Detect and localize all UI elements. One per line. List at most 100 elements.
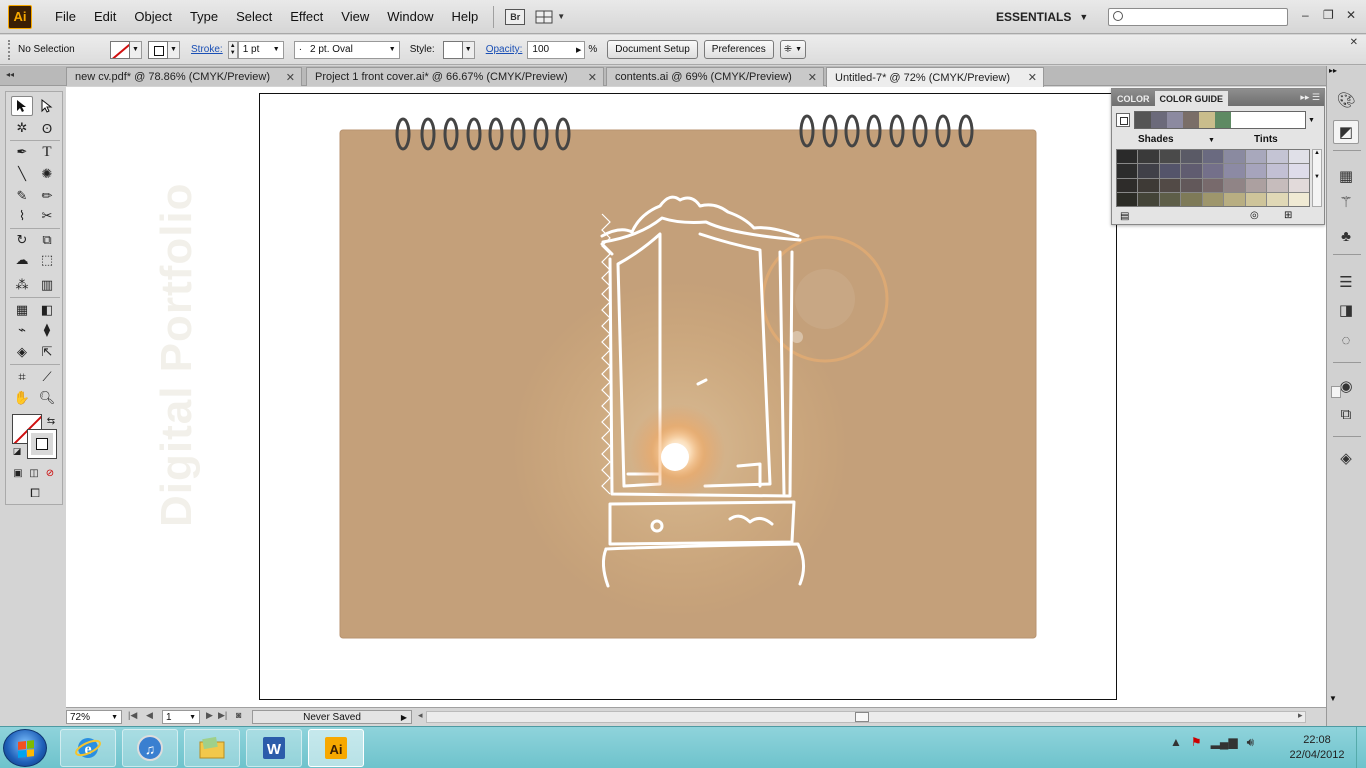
workspace-switcher[interactable]: ESSENTIALS ▼ [996, 6, 1088, 28]
last-artboard-icon[interactable]: ▶| [218, 710, 227, 721]
illustrator-logo[interactable]: Ai [8, 4, 32, 29]
zoom-field[interactable]: 72% ▼ [66, 710, 122, 724]
color-variation-swatch[interactable] [1245, 178, 1267, 192]
scale-tool-icon[interactable]: ⧉ [36, 230, 58, 250]
color-variation-swatch[interactable] [1159, 150, 1181, 164]
save-group-icon[interactable]: ⊞ [1284, 210, 1292, 221]
sketchbook-artwork[interactable] [260, 94, 1118, 701]
symbols-icon[interactable]: ♣ [1333, 224, 1359, 248]
base-color-swatch[interactable] [1116, 113, 1130, 127]
fill-swatch[interactable] [110, 40, 130, 59]
panel-menu-icon[interactable]: ▸▸ ☰ [1300, 92, 1320, 103]
scroll-thumb[interactable] [1331, 386, 1341, 398]
collapse-icon[interactable]: ◂◂ [6, 70, 14, 79]
close-icon[interactable]: ✕ [1346, 8, 1356, 22]
pen-tool-icon[interactable]: ✒ [11, 142, 33, 162]
lasso-tool-icon[interactable]: ʘ [36, 118, 58, 138]
menu-object[interactable]: Object [125, 9, 181, 24]
color-variation-swatch[interactable] [1117, 150, 1138, 164]
taskbar-windows-explorer[interactable] [184, 729, 240, 767]
live-paint-selection-tool-icon[interactable]: ⇱ [36, 342, 58, 362]
paintbrush-tool-icon[interactable]: ✎ [11, 186, 33, 206]
color-variation-swatch[interactable] [1138, 178, 1159, 192]
menu-edit[interactable]: Edit [85, 9, 125, 24]
tab-untitled-7[interactable]: Untitled-7* @ 72% (CMYK/Preview) ✕ [826, 67, 1044, 87]
gradient-tool-icon[interactable]: ◧ [36, 300, 58, 320]
color-variation-swatch[interactable] [1224, 178, 1245, 192]
color-variation-swatch[interactable] [1138, 150, 1159, 164]
taskbar-itunes[interactable]: ♫ [122, 729, 178, 767]
blend-tool-icon[interactable]: ⧫ [36, 320, 58, 340]
previous-artboard-icon[interactable]: ◀ [146, 710, 153, 721]
stroke-weight-stepper[interactable]: ▲ ▼ [227, 40, 238, 59]
gradient-mode-icon[interactable]: ◫ [26, 465, 42, 481]
selection-tool-icon[interactable] [11, 96, 33, 116]
system-clock[interactable]: 22:08 22/04/2012 [1282, 733, 1352, 763]
harmony-swatch[interactable] [1183, 112, 1199, 128]
harmony-strip[interactable] [1134, 111, 1306, 129]
column-graph-tool-icon[interactable]: ▥ [36, 275, 58, 295]
start-button[interactable] [3, 729, 47, 767]
minimize-icon[interactable]: – [1302, 8, 1309, 22]
gradient-panel-icon[interactable]: ◨ [1333, 298, 1359, 322]
brushes-icon[interactable]: ⚚ [1333, 190, 1359, 214]
color-variation-swatch[interactable] [1245, 150, 1267, 164]
digital-portfolio-text[interactable]: Digital Portfolio [152, 182, 202, 527]
graphic-styles-icon[interactable]: ⧉ [1333, 402, 1359, 426]
color-variation-swatch[interactable] [1202, 164, 1224, 178]
chevron-down-icon[interactable]: ▼ [1208, 137, 1215, 144]
taskbar-internet-explorer[interactable]: e [60, 729, 116, 767]
color-variation-swatch[interactable] [1117, 192, 1138, 206]
none-mode-icon[interactable]: ⊘ [42, 465, 58, 481]
reveal-icon[interactable]: ◙ [236, 710, 241, 720]
close-icon[interactable]: ✕ [286, 71, 295, 84]
transparency-icon[interactable]: ◌ [1333, 328, 1359, 352]
slice-tool-icon[interactable]: ⟋ [36, 367, 58, 387]
stroke-weight-field[interactable]: 1 pt ▼ [237, 40, 284, 59]
show-desktop-button[interactable] [1356, 727, 1366, 768]
color-variation-swatch[interactable] [1138, 192, 1159, 206]
first-artboard-icon[interactable]: |◀ [128, 710, 137, 721]
color-variation-swatch[interactable] [1181, 150, 1202, 164]
color-variation-swatch[interactable] [1245, 164, 1267, 178]
close-icon[interactable]: ✕ [588, 71, 597, 84]
panel-close-icon[interactable]: ✕ [1350, 37, 1358, 48]
swatch-library-icon[interactable]: ▤ [1120, 211, 1129, 222]
flare-tool-icon[interactable]: ✺ [36, 164, 58, 184]
harmony-swatch[interactable] [1215, 112, 1231, 128]
scroll-thumb[interactable] [855, 712, 869, 722]
screen-mode-icon[interactable]: ⧠ [22, 485, 48, 501]
color-variation-swatch[interactable] [1202, 178, 1224, 192]
rotate-tool-icon[interactable]: ↻ [11, 230, 33, 250]
mesh-tool-icon[interactable]: ▦ [11, 300, 33, 320]
tab-project-1-front-cover[interactable]: Project 1 front cover.ai* @ 66.67% (CMYK… [306, 67, 604, 86]
taskbar-adobe-illustrator[interactable]: Ai [308, 729, 364, 767]
type-tool-icon[interactable]: T [36, 142, 58, 162]
color-variation-swatch[interactable] [1181, 192, 1202, 206]
line-segment-tool-icon[interactable]: ╲ [11, 164, 33, 184]
taskbar-microsoft-word[interactable]: W [246, 729, 302, 767]
eyedropper-tool-icon[interactable]: ⌁ [11, 320, 33, 340]
harmony-swatch[interactable] [1135, 112, 1151, 128]
artboard[interactable] [259, 93, 1117, 700]
harmony-swatch[interactable] [1151, 112, 1167, 128]
layers-icon[interactable]: ◈ [1333, 446, 1359, 470]
menu-window[interactable]: Window [378, 9, 442, 24]
harmony-swatch[interactable] [1167, 112, 1183, 128]
color-variation-swatch[interactable] [1267, 150, 1288, 164]
menu-select[interactable]: Select [227, 9, 281, 24]
horizontal-scrollbar[interactable] [426, 711, 1306, 723]
default-fill-stroke-icon[interactable]: ◪ [10, 444, 24, 458]
color-variation-swatch[interactable] [1159, 164, 1181, 178]
stroke-swatch[interactable] [148, 40, 168, 59]
stroke-link[interactable]: Stroke: [191, 44, 223, 55]
stroke-panel-icon[interactable]: ☰ [1333, 270, 1359, 294]
color-variation-swatch[interactable] [1267, 164, 1288, 178]
opacity-link[interactable]: Opacity: [486, 44, 523, 55]
color-variation-swatch[interactable] [1224, 150, 1245, 164]
artboard-number-field[interactable]: 1 ▼ [162, 710, 200, 724]
stroke-color-swatch[interactable] [27, 429, 57, 459]
free-transform-tool-icon[interactable]: ⬚ [36, 250, 58, 270]
blob-brush-tool-icon[interactable]: ⌇ [11, 206, 33, 226]
close-icon[interactable]: ✕ [808, 71, 817, 84]
